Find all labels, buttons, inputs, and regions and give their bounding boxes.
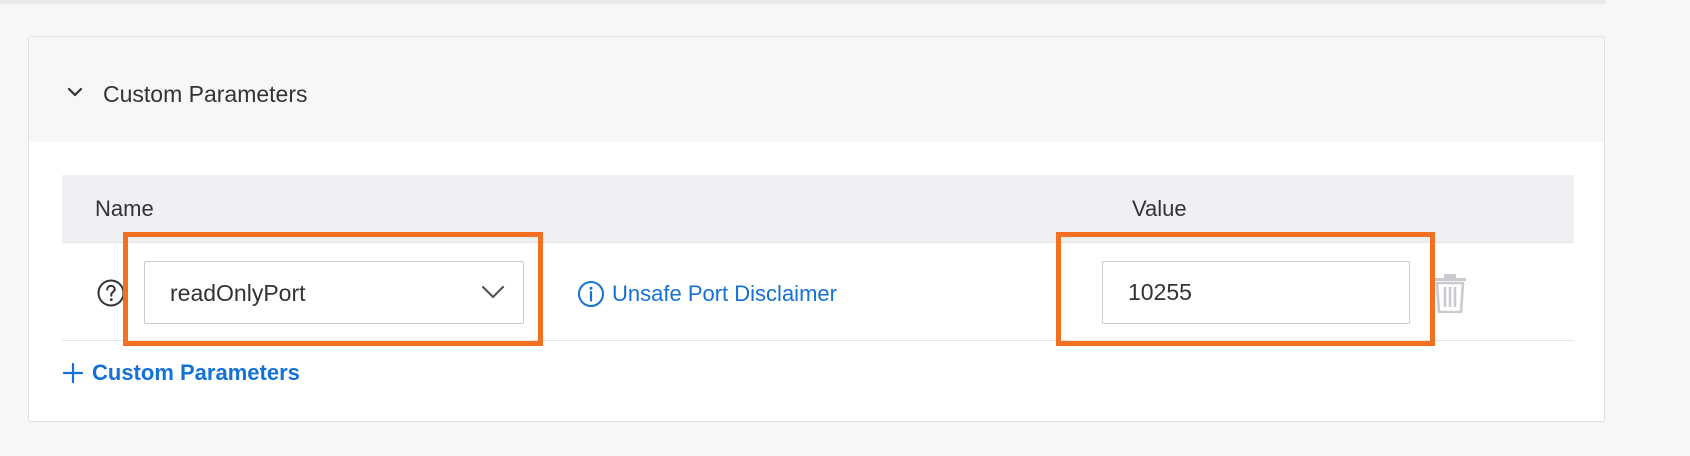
panel-title: Custom Parameters [103, 81, 308, 107]
trash-icon[interactable] [1433, 273, 1467, 313]
parameter-name-selected-value: readOnlyPort [170, 280, 306, 306]
panel-header[interactable]: Custom Parameters [29, 37, 1604, 142]
row-divider [62, 340, 1574, 341]
plus-icon [62, 362, 84, 384]
chevron-down-icon [481, 285, 505, 299]
column-header-name: Name [95, 196, 154, 221]
add-custom-parameter-label: Custom Parameters [92, 360, 300, 385]
custom-parameters-panel: Custom Parameters Name Value readOnlyPor… [28, 36, 1605, 422]
info-circle-icon [578, 281, 604, 307]
parameter-name-select[interactable]: readOnlyPort [144, 261, 524, 324]
unsafe-port-disclaimer-link[interactable]: Unsafe Port Disclaimer [612, 279, 837, 309]
question-circle-icon[interactable] [96, 278, 126, 308]
table-header: Name Value [62, 175, 1574, 243]
chevron-down-icon[interactable] [65, 82, 85, 102]
top-divider-strip [0, 0, 1606, 4]
column-header-value: Value [1132, 196, 1187, 221]
add-custom-parameter-button[interactable]: Custom Parameters [62, 356, 300, 390]
parameter-value-input[interactable] [1102, 261, 1410, 324]
